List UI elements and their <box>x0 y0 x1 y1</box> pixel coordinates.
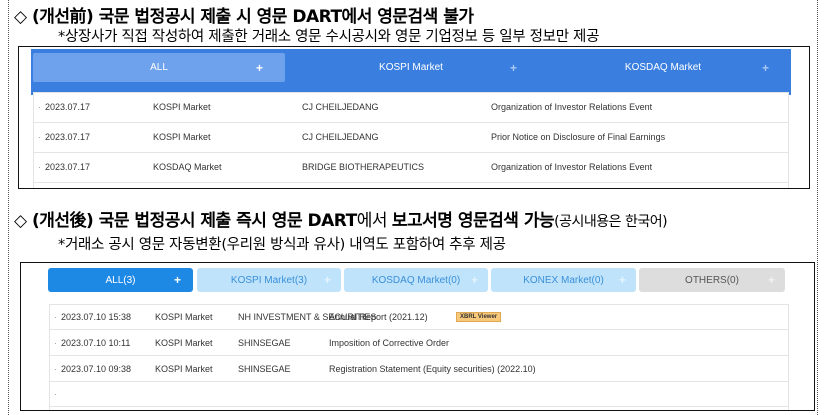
tab-others[interactable]: OTHERS(0) + <box>639 268 785 292</box>
tab-label: KONEX Market(0) <box>523 274 604 286</box>
before-heading: ◇ (개선前) 국문 법정공시 제출 시 영문 DART에서 영문검색 불가 <box>14 7 474 27</box>
xbrl-viewer-button[interactable]: XBRL Viewer <box>456 312 502 322</box>
heading-part: 에서 <box>356 211 392 231</box>
date: 2023.07.10 09:38 <box>61 364 132 374</box>
tab-konex[interactable]: KONEX Market(0) + <box>491 268 636 292</box>
after-screenshot: ALL(3) + KOSPI Market(3) + KOSDAQ Market(0… <box>20 262 815 411</box>
tab-kosdaq[interactable]: KOSDAQ Market(0) + <box>344 268 488 292</box>
dotted-frame-left <box>8 0 9 415</box>
tab-kospi[interactable]: KOSPI Market(3) + <box>197 268 341 292</box>
tab-label: ALL <box>150 62 168 73</box>
date: 2023.07.10 10:11 <box>61 338 131 348</box>
before-subtitle: *상장사가 직접 작성하여 제출한 거래소 영문 수시공시와 영문 기업정보 등… <box>58 29 600 45</box>
heading-part: ◇ (개선後) 국문 법정공시 제출 즉시 영문 DART <box>14 211 357 231</box>
tab-label: ALL(3) <box>105 274 136 286</box>
table-row[interactable]: · 2023.07.17 KOSPI Market CJ CHEILJEDANG… <box>34 123 788 153</box>
company-link[interactable]: SHINSEGAE <box>238 364 291 374</box>
bullet: · <box>38 132 41 142</box>
report-title-link[interactable]: Annual Report (2021.12) <box>329 312 428 322</box>
report-title-link[interactable]: Registration Statement (Equity securitie… <box>329 364 536 374</box>
report-title-link[interactable]: Organization of Investor Relations Event <box>491 102 652 112</box>
tab-label: OTHERS(0) <box>685 274 739 286</box>
before-screenshot: ALL + KOSPI Market + KOSDAQ Market + · 2023… <box>18 46 810 189</box>
heading-note: (공시내용은 한국어) <box>554 214 668 230</box>
company-link[interactable]: SHINSEGAE <box>238 338 291 348</box>
tab-label: KOSPI Market <box>379 62 443 73</box>
bullet: · <box>38 102 41 112</box>
tab-label: KOSDAQ Market <box>624 62 702 73</box>
report-title-link[interactable]: Organization of Investor Relations Event <box>491 162 652 172</box>
company-link[interactable]: CJ CHEILJEDANG <box>302 102 379 112</box>
bullet: · <box>54 389 57 399</box>
heading-part: 보고서명 영문검색 가능 <box>391 211 555 231</box>
market: KOSPI Market <box>153 132 211 142</box>
tab-all[interactable]: ALL(3) + <box>48 268 193 292</box>
company-link[interactable]: BRIDGE BIOTHERAPEUTICS <box>302 162 424 172</box>
market: KOSPI Market <box>155 338 213 348</box>
table-row: · <box>50 382 788 407</box>
plus-icon[interactable]: + <box>324 273 331 287</box>
date: 2023.07.10 15:38 <box>61 312 132 322</box>
plus-icon[interactable]: + <box>174 273 181 287</box>
after-disclosure-list: · 2023.07.10 15:38 KOSPI Market NH INVES… <box>49 304 789 410</box>
bullet: · <box>54 338 57 348</box>
bullet: · <box>54 364 57 374</box>
market: KOSPI Market <box>155 312 213 322</box>
table-row[interactable]: · 2023.07.10 15:38 KOSPI Market NH INVES… <box>50 305 788 330</box>
tab-label: KOSPI Market(3) <box>230 274 308 286</box>
plus-icon[interactable]: + <box>762 61 769 75</box>
after-subtitle: *거래소 공시 영문 자동변환(우리원 방식과 유사) 내역도 포함하여 추후 … <box>58 237 506 253</box>
plus-icon[interactable]: + <box>471 273 478 287</box>
plus-icon[interactable]: + <box>256 61 263 75</box>
market: KOSDAQ Market <box>153 162 222 172</box>
plus-icon[interactable]: + <box>768 273 775 287</box>
bullet: · <box>54 312 57 322</box>
plus-icon[interactable]: + <box>510 61 517 75</box>
tab-kosdaq[interactable]: KOSDAQ Market + <box>537 53 789 82</box>
before-tab-bar: ALL + KOSPI Market + KOSDAQ Market + <box>31 49 791 95</box>
bullet: · <box>38 162 41 172</box>
before-disclosure-list: · 2023.07.17 KOSPI Market CJ CHEILJEDANG… <box>33 92 789 188</box>
plus-icon[interactable]: + <box>619 273 626 287</box>
table-row[interactable]: · 2023.07.10 09:38 KOSPI Market SHINSEGA… <box>50 356 788 382</box>
tab-kospi[interactable]: KOSPI Market + <box>285 53 537 82</box>
market: KOSPI Market <box>153 102 211 112</box>
date: 2023.07.17 <box>45 162 91 172</box>
company-link[interactable]: CJ CHEILJEDANG <box>302 132 379 142</box>
tab-all[interactable]: ALL + <box>33 53 285 82</box>
table-row[interactable]: · 2023.07.17 KOSPI Market CJ CHEILJEDANG… <box>34 93 788 123</box>
date: 2023.07.17 <box>45 102 91 112</box>
table-row[interactable]: · 2023.07.10 10:11 KOSPI Market SHINSEGA… <box>50 330 788 356</box>
after-heading: ◇ (개선後) 국문 법정공시 제출 즉시 영문 DART에서 보고서명 영문검… <box>14 206 668 231</box>
date: 2023.07.17 <box>45 132 91 142</box>
report-title-link[interactable]: Prior Notice on Disclosure of Final Earn… <box>491 132 665 142</box>
market: KOSPI Market <box>155 364 213 374</box>
dotted-frame-right <box>817 0 818 415</box>
tab-label: KOSDAQ Market(0) <box>371 274 461 286</box>
table-row[interactable]: · 2023.07.17 KOSDAQ Market BRIDGE BIOTHE… <box>34 153 788 183</box>
report-title-link[interactable]: Imposition of Corrective Order <box>329 338 449 348</box>
